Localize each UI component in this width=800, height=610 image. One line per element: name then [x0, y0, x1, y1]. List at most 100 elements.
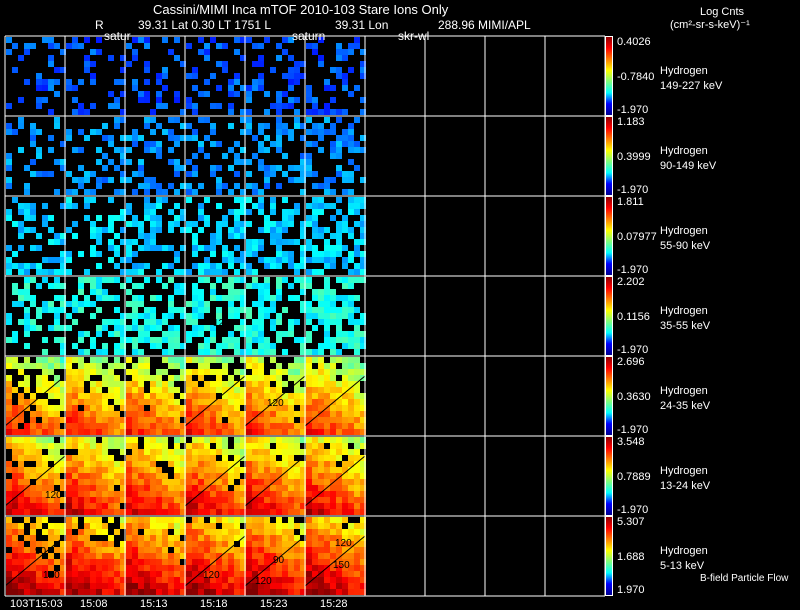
heatmap-cell — [6, 553, 12, 559]
heatmap-cell — [36, 357, 42, 363]
heatmap-cell — [354, 349, 360, 355]
heatmap-cell — [78, 147, 84, 153]
heatmap-cell — [354, 337, 360, 343]
heatmap-cell — [90, 189, 96, 195]
heatmap-cell — [354, 529, 360, 535]
heatmap-cell — [150, 313, 156, 319]
heatmap-cell — [30, 141, 36, 147]
heatmap-cell — [48, 479, 54, 485]
heatmap-cell — [342, 331, 348, 337]
heatmap-cell — [36, 97, 42, 103]
heatmap-cell — [216, 369, 222, 375]
heatmap-cell — [348, 313, 354, 319]
heatmap-cell — [204, 541, 210, 547]
heatmap-cell — [246, 541, 252, 547]
heatmap-cell — [348, 123, 354, 129]
colorbar-max: 3.548 — [617, 436, 645, 448]
heatmap-cell — [84, 429, 90, 435]
heatmap-cell — [342, 429, 348, 435]
heatmap-cell — [12, 509, 18, 515]
heatmap-cell — [330, 491, 336, 497]
heatmap-cell — [246, 553, 252, 559]
heatmap-cell — [198, 449, 204, 455]
heatmap-cell — [42, 357, 48, 363]
heatmap-cell — [24, 473, 30, 479]
heatmap-cell — [210, 589, 216, 595]
heatmap-cell — [198, 301, 204, 307]
heatmap-cell — [198, 289, 204, 295]
heatmap-cell — [30, 509, 36, 515]
heatmap-cell — [186, 301, 192, 307]
heatmap-cell — [270, 503, 276, 509]
heatmap-cell — [312, 535, 318, 541]
heatmap-cell — [234, 399, 240, 405]
heatmap-cell — [270, 437, 276, 443]
heatmap-cell — [204, 461, 210, 467]
heatmap-cell — [138, 399, 144, 405]
heatmap-cell — [66, 189, 72, 195]
heatmap-cell — [96, 497, 102, 503]
heatmap-cell — [156, 123, 162, 129]
heatmap-cell — [336, 55, 342, 61]
heatmap-cell — [6, 257, 12, 263]
heatmap-cell — [228, 233, 234, 239]
heatmap-cell — [312, 197, 318, 203]
heatmap-cell — [84, 37, 90, 43]
heatmap-cell — [282, 589, 288, 595]
heatmap-cell — [234, 577, 240, 583]
heatmap-cell — [18, 509, 24, 515]
heatmap-cell — [336, 295, 342, 301]
heatmap-cell — [234, 209, 240, 215]
heatmap-cell — [114, 589, 120, 595]
heatmap-cell — [288, 517, 294, 523]
heatmap-cell — [192, 189, 198, 195]
heatmap-cell — [204, 553, 210, 559]
heatmap-cell — [168, 49, 174, 55]
heatmap-cell — [324, 103, 330, 109]
heatmap-cell — [66, 547, 72, 553]
heatmap-cell — [30, 455, 36, 461]
heatmap-cell — [204, 325, 210, 331]
heatmap-cell — [66, 491, 72, 497]
heatmap-cell — [36, 509, 42, 515]
heatmap-cell — [78, 165, 84, 171]
heatmap-cell — [42, 405, 48, 411]
heatmap-cell — [258, 337, 264, 343]
heatmap-cell — [252, 349, 258, 355]
heatmap-cell — [198, 559, 204, 565]
heatmap-cell — [246, 331, 252, 337]
heatmap-cell — [216, 269, 222, 275]
heatmap-cell — [234, 583, 240, 589]
heatmap-cell — [264, 473, 270, 479]
heatmap-cell — [96, 129, 102, 135]
heatmap-cell — [216, 497, 222, 503]
heatmap-cell — [222, 577, 228, 583]
heatmap-cell — [324, 449, 330, 455]
heatmap-cell — [12, 473, 18, 479]
heatmap-cell — [324, 509, 330, 515]
heatmap-cell — [306, 215, 312, 221]
heatmap-cell — [276, 331, 282, 337]
heatmap-cell — [204, 535, 210, 541]
heatmap-cell — [198, 387, 204, 393]
heatmap-cell — [12, 337, 18, 343]
heatmap-cell — [30, 263, 36, 269]
heatmap-cell — [348, 343, 354, 349]
heatmap-cell — [270, 541, 276, 547]
heatmap-cell — [144, 423, 150, 429]
heatmap-cell — [72, 343, 78, 349]
heatmap-cell — [168, 135, 174, 141]
heatmap-cell — [270, 509, 276, 515]
heatmap-cell — [354, 485, 360, 491]
heatmap-cell — [144, 497, 150, 503]
heatmap-cell — [24, 497, 30, 503]
heatmap-cell — [78, 183, 84, 189]
heatmap-cell — [354, 565, 360, 571]
heatmap-cell — [48, 455, 54, 461]
heatmap-cell — [150, 319, 156, 325]
heatmap-cell — [246, 123, 252, 129]
heatmap-cell — [174, 405, 180, 411]
heatmap-cell — [222, 245, 228, 251]
heatmap-cell — [354, 37, 360, 43]
heatmap-cell — [84, 301, 90, 307]
